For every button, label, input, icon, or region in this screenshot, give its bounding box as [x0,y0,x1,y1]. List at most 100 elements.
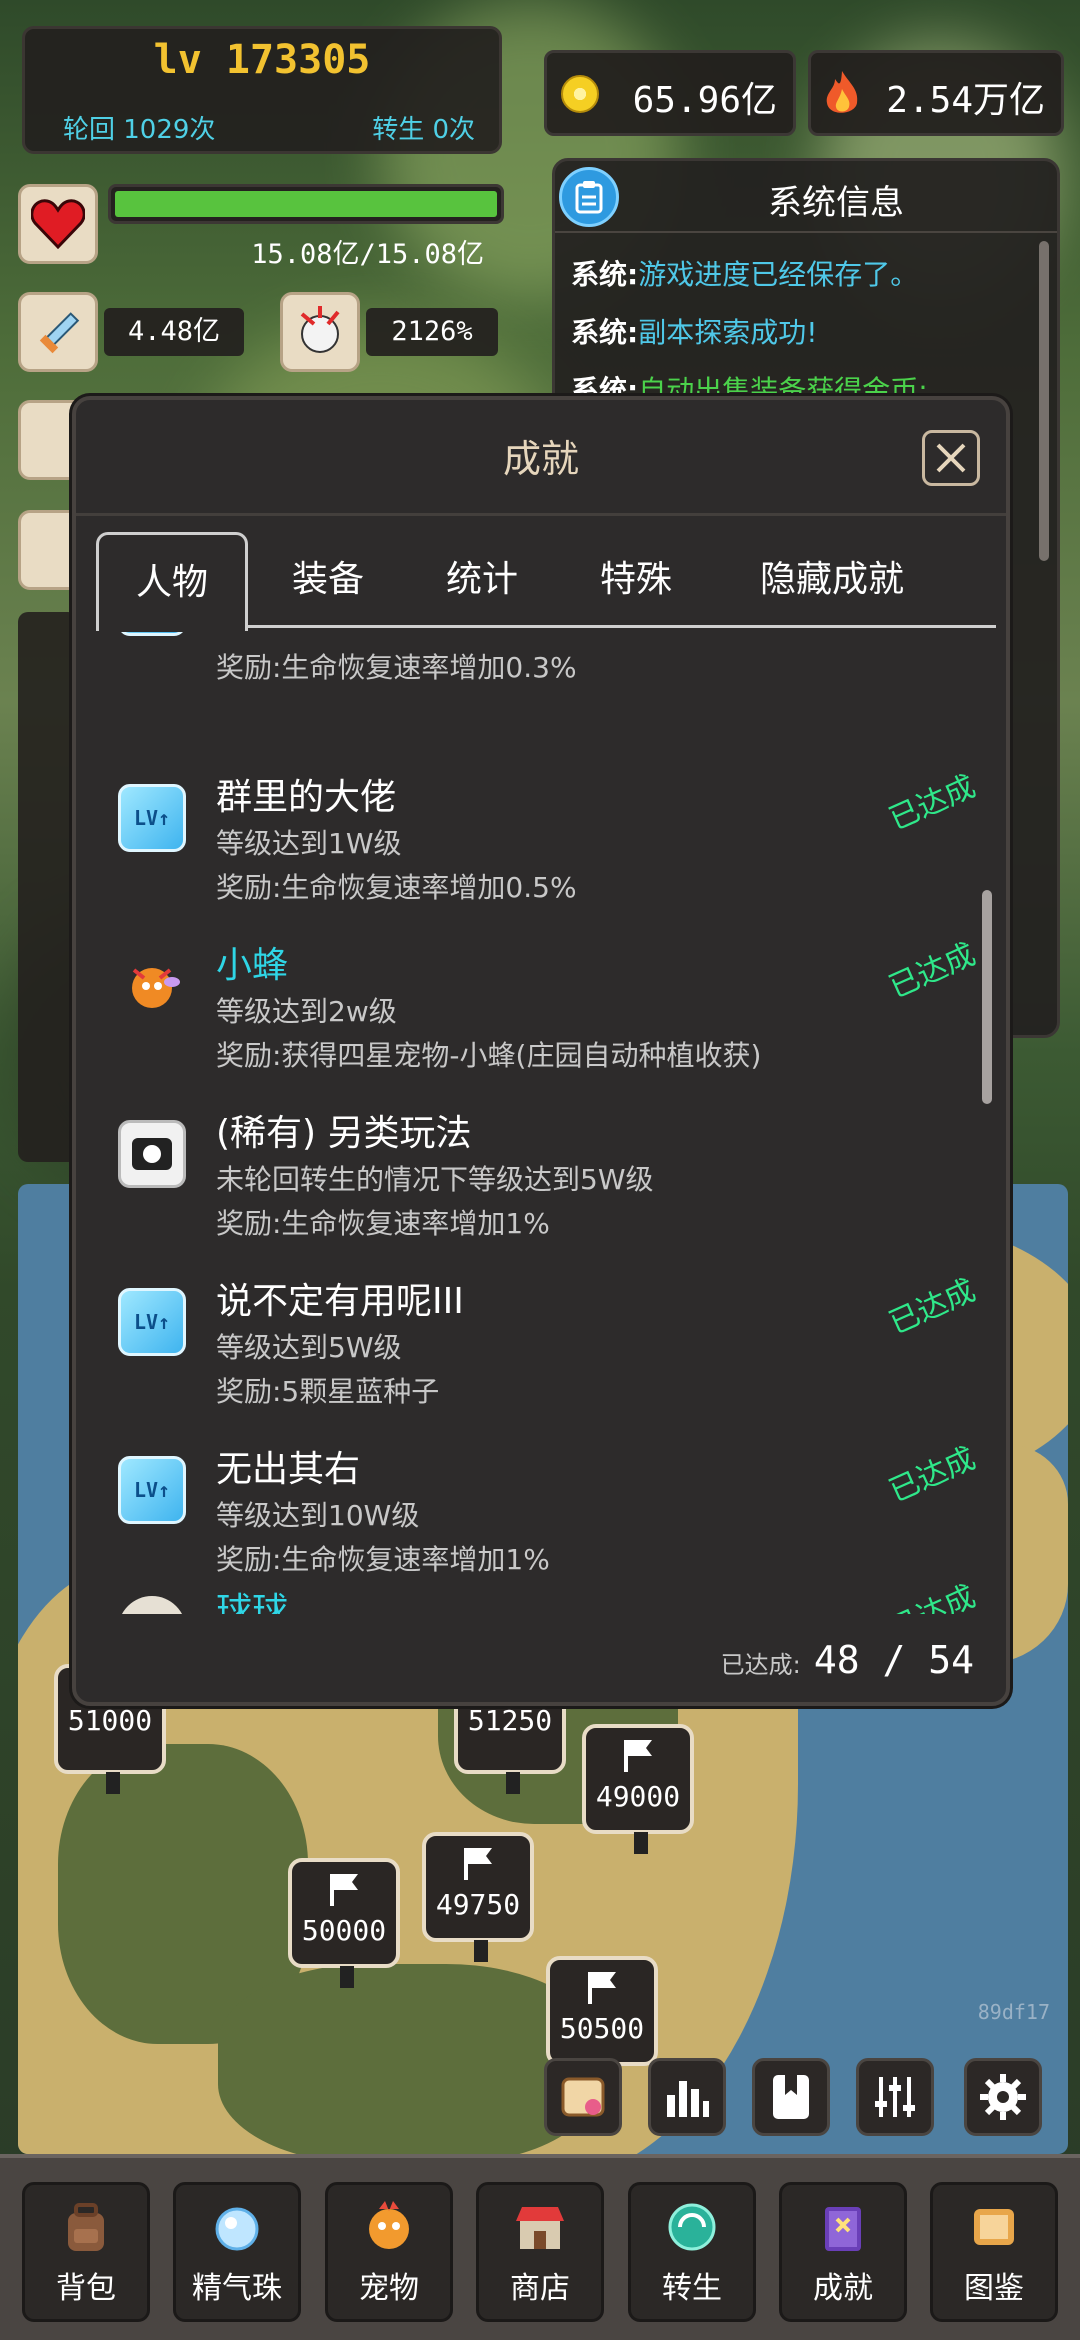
nav-spirit-orb[interactable]: 精气珠 [173,2182,301,2322]
nav-shop[interactable]: 商店 [476,2182,604,2322]
clipboard-icon [559,167,619,227]
achievement-book-icon [825,2207,861,2251]
achievement-reward: 奖励:生命恢复速率增加1% [216,1543,550,1576]
achievement-name: 群里的大佬 [216,777,397,818]
settings-button[interactable] [964,2058,1042,2136]
scroll-icon [561,2077,605,2117]
attack-value: 4.48亿 [104,308,244,356]
reincarnation-count: 轮回 1029次 [63,115,216,145]
nav-pet[interactable]: 宠物 [325,2182,453,2322]
achievement-reward: 奖励:获得四星宠物-小蜂(庄园自动种植收获) [216,1039,762,1072]
list-item: LV↑ 群里的大佬 等级达到1W级 奖励:生命恢复速率增加0.5% 已达成 [96,758,976,926]
system-info-header: 系统信息 [555,161,1057,233]
achievement-reward: 奖励:5颗星蓝种子 [216,1375,440,1408]
map-stage-marker[interactable]: 49750 [422,1832,534,1962]
achievement-progress: 已达成: 48 / 54 [721,1638,974,1682]
bee-pet-icon [132,968,180,1008]
backpack-icon [68,2203,104,2251]
list-item: 小蜂 等级达到2w级 奖励:获得四星宠物-小蜂(庄园自动种植收获) 已达成 [96,926,976,1094]
bookmark-button[interactable] [752,2058,830,2136]
tab-hidden[interactable]: 隐藏成就 [722,532,942,628]
map-item-button[interactable] [544,2058,622,2136]
hp-icon-box [18,184,98,264]
heart-icon [31,199,85,249]
system-info-title: 系统信息 [768,183,904,223]
tab-special[interactable]: 特殊 [564,532,708,628]
list-item: 球球 已达成 [96,1579,976,1614]
achievement-condition: 等级达到1W级 [216,827,402,860]
achieved-label: 已达成 [884,768,976,838]
map-stage-marker[interactable]: 49000 [582,1724,694,1854]
flag-icon [588,1972,616,2004]
level-up-icon: LV↑ [118,1456,186,1524]
nav-rebirth[interactable]: 转生 [628,2182,756,2322]
list-item: (稀有) 另类玩法 未轮回转生的情况下等级达到5W级 奖励:生命恢复速率增加1% [96,1094,976,1262]
achieved-label: 已达成 [884,1272,976,1342]
level-up-icon [118,632,186,636]
progress-count: 48 / 54 [813,1638,974,1682]
map-stage-marker[interactable]: 50000 [288,1858,400,1988]
achievement-condition: 未轮回转生的情况下等级达到5W级 [216,1163,654,1196]
achievement-name: (稀有) 另类玩法 [216,1113,472,1154]
gold-value: 65.96亿 [632,80,777,121]
sliders-icon [875,2077,915,2117]
codex-scroll-icon [974,2209,1014,2245]
rebirth-orb-icon [668,2203,716,2251]
achievement-condition: 等级达到10W级 [216,1499,420,1532]
close-button[interactable] [922,430,980,486]
achievement-list[interactable]: 奖励:生命恢复速率增加0.3% LV↑ 群里的大佬 等级达到1W级 奖励:生命恢… [96,632,976,1614]
stats-chart-button[interactable] [648,2058,726,2136]
tab-character[interactable]: 人物 [96,532,248,631]
sword-icon [39,312,80,354]
flag-icon [624,1740,652,1772]
achievement-reward: 奖励:生命恢复速率增加1% [216,1207,550,1240]
level-up-icon: LV↑ [118,784,186,852]
bottom-nav: 背包 精气珠 宠物 商店 转生 成就 图鉴 [0,2154,1080,2340]
hp-bar [108,184,504,224]
tab-statistics[interactable]: 统计 [410,532,554,628]
achievement-name: 无出其右 [216,1449,361,1490]
list-scrollbar[interactable] [982,890,992,1104]
map-stage-marker[interactable]: 50500 [546,1956,658,2086]
achievement-condition: 等级达到5W级 [216,1331,402,1364]
shop-icon [516,2207,564,2249]
achievement-reward: 奖励:生命恢复速率增加0.5% [216,871,577,904]
fire-icon [826,71,858,113]
nav-bag[interactable]: 背包 [22,2182,150,2322]
gear-icon [980,2074,1026,2120]
ball-icon [118,1596,186,1614]
list-item: 奖励:生命恢复速率增加0.3% [96,632,976,754]
achieved-label: 已达成 [884,1440,976,1510]
attack-icon-box [18,292,98,372]
flag-icon [464,1848,492,1880]
achievement-name: 小蜂 [216,945,289,986]
rebirth-count: 转生 0次 [372,115,475,145]
nav-achievement[interactable]: 成就 [779,2182,907,2322]
system-message: 系统:副本探索成功! [571,316,818,349]
gold-currency: 65.96亿 [544,50,796,136]
achievement-modal: 成就 人物 装备 统计 特殊 隐藏成就 奖励:生命恢复速率增加0.3% LV↑ … [72,396,1010,1706]
crit-value: 2126% [366,308,498,356]
list-item: LV↑ 无出其右 等级达到10W级 奖励:生命恢复速率增加1% 已达成 [96,1430,976,1598]
achievement-tabs: 人物 装备 统计 特殊 隐藏成就 [96,532,996,631]
achievement-name: 球球 [216,1591,289,1614]
level-panel: lv 173305 轮回 1029次 转生 0次 [22,26,502,154]
flag-icon [330,1874,358,1906]
coin-icon [561,75,599,113]
pet-icon [369,2201,409,2249]
tab-equipment[interactable]: 装备 [256,532,400,628]
nav-codex[interactable]: 图鉴 [930,2182,1058,2322]
adjust-button[interactable] [856,2058,934,2136]
achievement-reward: 奖励:生命恢复速率增加0.3% [216,651,577,684]
list-item: LV↑ 说不定有用呢III 等级达到5W级 奖励:5颗星蓝种子 已达成 [96,1262,976,1430]
orb-icon [215,2207,259,2251]
power-currency: 2.54万亿 [808,50,1064,136]
achievement-condition: 等级达到2w级 [216,995,397,1028]
map-code-label: 89df17 [977,2000,1050,2024]
achieved-label: 已达成 [884,936,976,1006]
progress-label: 已达成: [720,1651,801,1679]
player-level: lv 173305 [153,37,371,83]
system-scrollbar[interactable] [1039,241,1049,561]
crit-icon [300,306,340,353]
level-up-icon: LV↑ [118,1288,186,1356]
